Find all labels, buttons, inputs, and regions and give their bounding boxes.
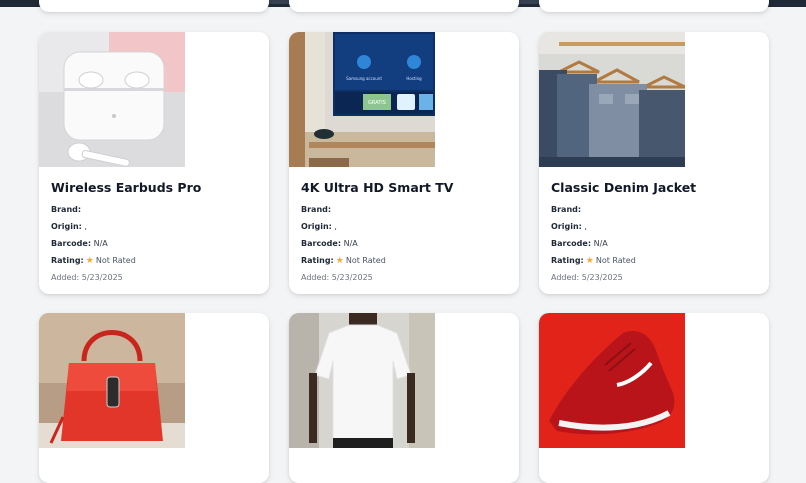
star-icon: ★ [335, 256, 344, 266]
product-title[interactable]: Classic Denim Jacket [551, 180, 763, 195]
brand-row: Brand: [51, 205, 82, 214]
product-card-partial[interactable] [39, 0, 269, 12]
tv-badge: GRATIS [368, 100, 386, 106]
rating-row: Rating: ★ Not Rated [301, 256, 386, 266]
tv-tile-2: Hosting [406, 76, 422, 81]
white-tshirt-image[interactable] [289, 313, 435, 448]
product-card-partial[interactable] [539, 0, 769, 12]
barcode-row: Barcode: N/A [551, 239, 608, 248]
added-date: Added: 5/23/2025 [51, 273, 123, 282]
barcode-row: Barcode: N/A [301, 239, 358, 248]
brand-row: Brand: [551, 205, 582, 214]
product-card[interactable]: Classic Denim Jacket Brand: Origin: , Ba… [539, 32, 769, 294]
added-date: Added: 5/23/2025 [551, 273, 623, 282]
product-title[interactable]: 4K Ultra HD Smart TV [301, 180, 513, 195]
tv-tile-1: Samsung account [346, 76, 382, 81]
star-icon: ★ [585, 256, 594, 266]
added-date: Added: 5/23/2025 [301, 273, 373, 282]
product-card-partial[interactable] [289, 0, 519, 12]
product-card[interactable] [539, 313, 769, 483]
brand-row: Brand: [301, 205, 332, 214]
smart-tv-image[interactable]: Samsung account Hosting GRATIS [289, 32, 435, 167]
product-title[interactable]: Wireless Earbuds Pro [51, 180, 263, 195]
star-icon: ★ [85, 256, 94, 266]
red-handbag-image[interactable] [39, 313, 185, 448]
denim-jacket-image[interactable] [539, 32, 685, 167]
product-card[interactable]: Samsung account Hosting GRATIS 4K Ultra … [289, 32, 519, 294]
product-card[interactable] [39, 313, 269, 483]
rating-row: Rating: ★ Not Rated [551, 256, 636, 266]
rating-row: Rating: ★ Not Rated [51, 256, 136, 266]
origin-row: Origin: , [51, 222, 87, 231]
barcode-row: Barcode: N/A [51, 239, 108, 248]
product-card[interactable] [289, 313, 519, 483]
product-card[interactable]: Wireless Earbuds Pro Brand: Origin: , Ba… [39, 32, 269, 294]
origin-row: Origin: , [301, 222, 337, 231]
earbuds-image[interactable] [39, 32, 185, 167]
origin-row: Origin: , [551, 222, 587, 231]
red-sneaker-image[interactable] [539, 313, 685, 448]
